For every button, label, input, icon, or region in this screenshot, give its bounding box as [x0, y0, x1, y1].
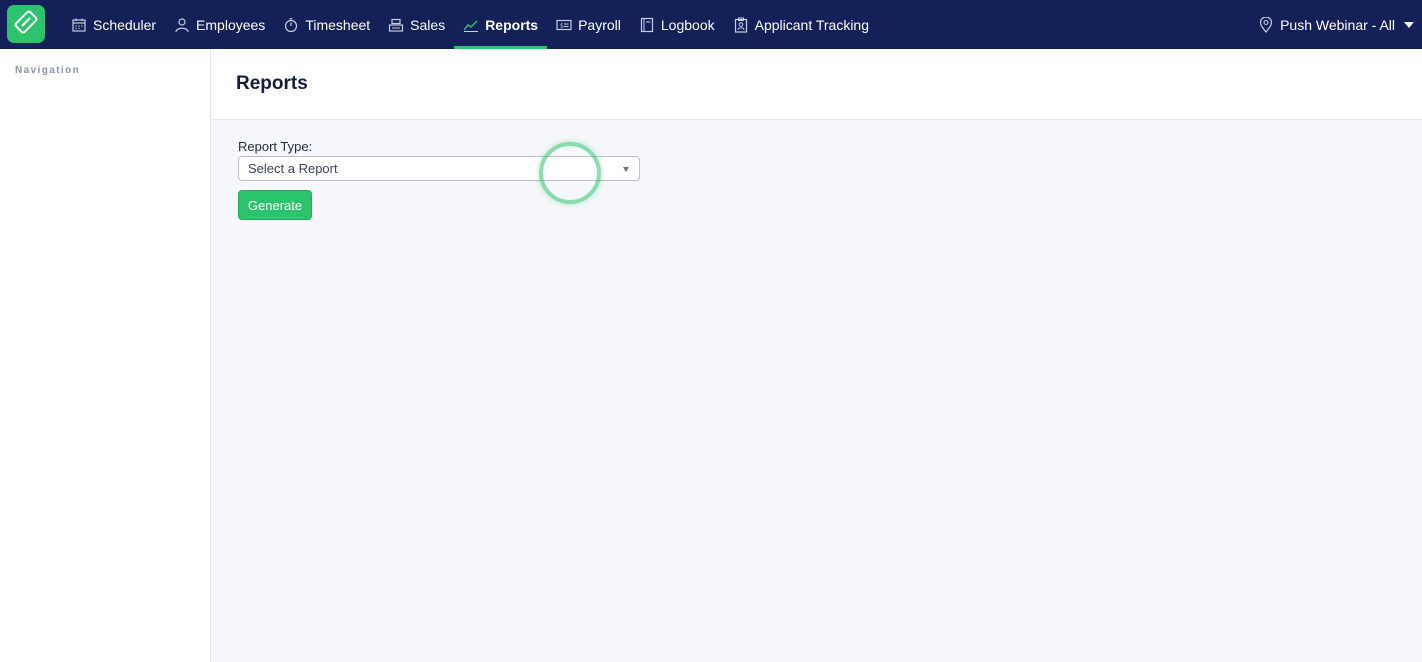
cash-register-icon — [388, 17, 404, 33]
nav-label: Logbook — [660, 16, 715, 33]
nav-label: Employees — [196, 16, 266, 33]
nav-item-employees[interactable]: Employees — [165, 0, 274, 49]
nav-label: Applicant Tracking — [754, 16, 870, 33]
report-type-label: Report Type: — [238, 139, 313, 154]
nav-item-applicant-tracking[interactable]: Applicant Tracking — [724, 0, 878, 49]
main-nav: Scheduler Employees Timesheet Sales Repo… — [62, 0, 878, 49]
nav-label: Sales — [410, 16, 446, 33]
sidebar-title: Navigation — [15, 65, 81, 76]
money-icon: $ — [556, 17, 572, 33]
location-label: Push Webinar - All — [1280, 16, 1395, 33]
location-selector[interactable]: Push Webinar - All — [1259, 0, 1414, 49]
main-content: Report Type: Select a Report Generate — [211, 120, 1422, 662]
nav-item-scheduler[interactable]: Scheduler — [62, 0, 165, 49]
nav-item-timesheet[interactable]: Timesheet — [274, 0, 379, 49]
nav-label: Timesheet — [305, 16, 371, 33]
person-icon — [174, 17, 190, 33]
nav-item-sales[interactable]: Sales — [379, 0, 454, 49]
clipboard-person-icon — [733, 17, 749, 33]
nav-item-reports[interactable]: Reports — [454, 0, 548, 49]
stopwatch-icon — [283, 17, 299, 33]
nav-label: Scheduler — [93, 16, 157, 33]
chart-line-icon — [463, 17, 479, 33]
report-select-value: Select a Report — [248, 161, 338, 176]
report-type-select[interactable]: Select a Report — [238, 156, 640, 181]
generate-button[interactable]: Generate — [238, 190, 312, 220]
map-pin-icon — [1259, 16, 1273, 33]
calendar-icon — [71, 17, 87, 33]
dropdown-arrow-icon — [623, 167, 629, 172]
nav-item-payroll[interactable]: $ Payroll — [547, 0, 630, 49]
app-logo[interactable] — [7, 5, 45, 43]
nav-label: Payroll — [578, 16, 621, 33]
book-icon — [639, 17, 655, 33]
page-header: Reports — [211, 49, 1422, 120]
chevron-down-icon — [1404, 21, 1414, 28]
sidebar: Navigation — [0, 49, 211, 662]
page-title: Reports — [236, 73, 308, 94]
svg-text:$: $ — [560, 22, 564, 29]
nav-label: Reports — [485, 16, 539, 33]
logo-icon — [14, 10, 38, 39]
top-navigation-bar: Scheduler Employees Timesheet Sales Repo… — [0, 0, 1422, 49]
nav-item-logbook[interactable]: Logbook — [630, 0, 724, 49]
